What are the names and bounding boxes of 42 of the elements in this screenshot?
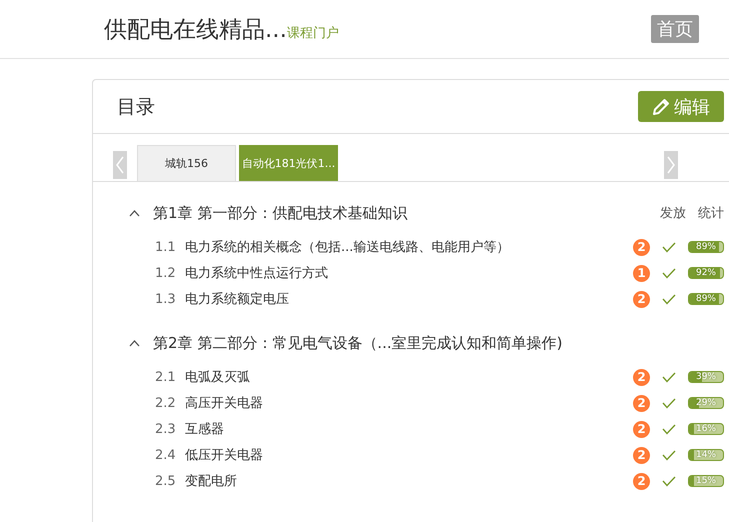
section-number: 2.2 [155, 396, 177, 410]
course-title: 供配电在线精品... [104, 16, 287, 44]
column-header: 发放 [660, 205, 686, 222]
chevron-right-icon [667, 156, 675, 174]
class-tab[interactable]: 城轨156 [137, 145, 236, 181]
panel-title: 目录 [117, 94, 155, 120]
section-number: 2.4 [155, 448, 177, 462]
section-title[interactable]: 电力系统额定电压 [185, 290, 289, 308]
progress-reading: 14% [694, 450, 717, 460]
section-title[interactable]: 电力系统的相关概念（包括...输送电线路、电能用户等） [185, 238, 510, 256]
chevron-left-icon [116, 156, 124, 174]
count-badge: 1 [633, 264, 650, 282]
column-header: 统计 [698, 205, 724, 222]
progress-reading: 89% [694, 294, 717, 304]
progress-reading: 92% [694, 268, 717, 278]
count-badge: 2 [633, 368, 650, 386]
pencil-icon [652, 98, 670, 116]
progress-reading: 15% [694, 476, 717, 486]
section-title[interactable]: 互感器 [185, 420, 224, 438]
caret-icon[interactable] [129, 340, 140, 346]
progress-reading: 89% [694, 242, 717, 252]
section-number: 1.3 [155, 292, 177, 306]
section-number: 2.1 [155, 370, 177, 384]
chapter-title[interactable]: 第2章 第二部分：常见电气设备（...室里完成认知和简单操作) [153, 334, 562, 352]
section-title[interactable]: 变配电所 [185, 472, 237, 490]
section-number: 1.1 [155, 240, 177, 254]
section-number: 2.3 [155, 422, 177, 436]
count-badge: 2 [633, 472, 650, 490]
section-number: 1.2 [155, 266, 177, 280]
count-badge: 2 [633, 238, 650, 256]
count-badge: 2 [633, 420, 650, 438]
chapter-title[interactable]: 第1章 第一部分：供配电技术基础知识 [153, 204, 408, 222]
count-badge: 2 [633, 290, 650, 308]
caret-icon[interactable] [129, 210, 140, 216]
progress-reading: 16% [694, 424, 717, 434]
section-title[interactable]: 低压开关电器 [185, 446, 263, 464]
section-number: 2.5 [155, 474, 177, 488]
section-title[interactable]: 高压开关电器 [185, 394, 263, 412]
count-badge: 2 [633, 446, 650, 464]
section-title[interactable]: 电弧及灭弧 [185, 368, 250, 386]
section-title[interactable]: 电力系统中性点运行方式 [185, 264, 328, 282]
count-badge: 2 [633, 394, 650, 412]
